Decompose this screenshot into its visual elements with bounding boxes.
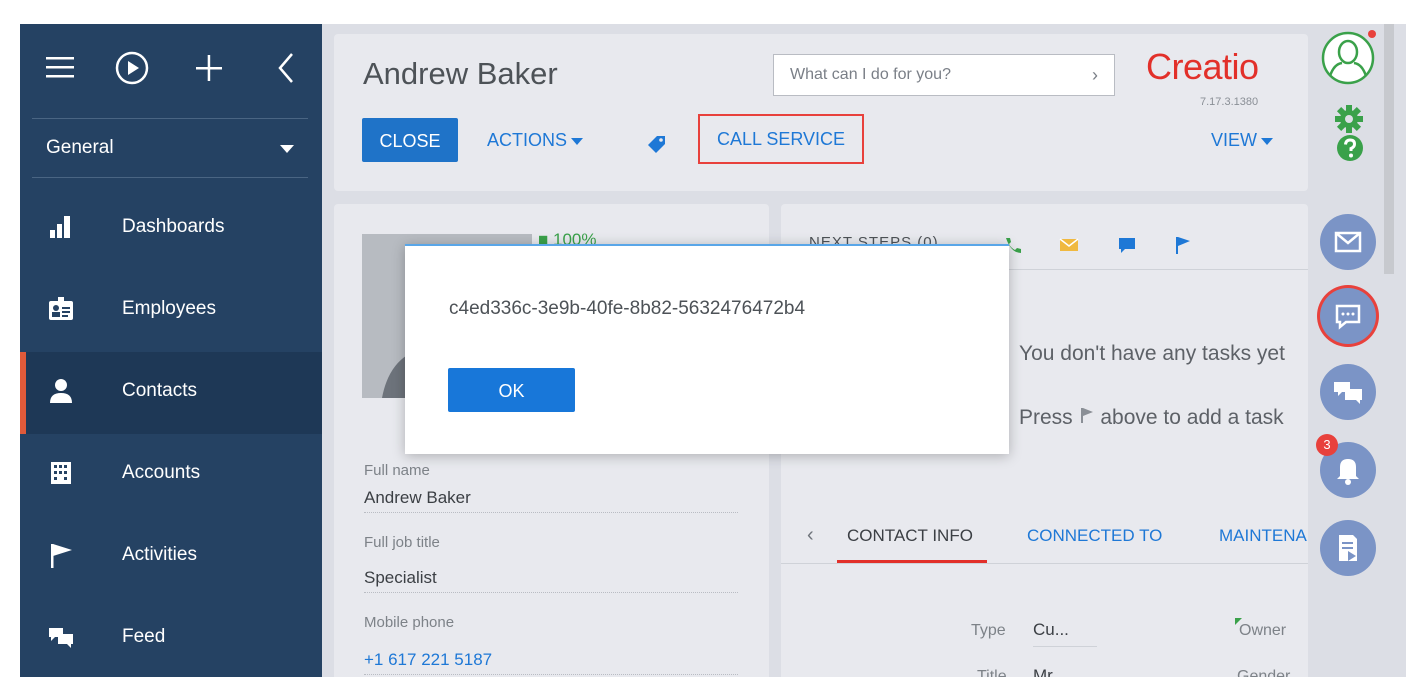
app-window: General Dashboards Employees Contacts Ac… [20, 24, 1406, 677]
message-dialog: c4ed336c-3e9b-40fe-8b82-5632476472b4 OK [405, 244, 1009, 454]
modal-overlay: c4ed336c-3e9b-40fe-8b82-5632476472b4 OK [20, 24, 1406, 677]
dialog-message: c4ed336c-3e9b-40fe-8b82-5632476472b4 [449, 298, 806, 319]
ok-button[interactable]: OK [448, 368, 575, 412]
